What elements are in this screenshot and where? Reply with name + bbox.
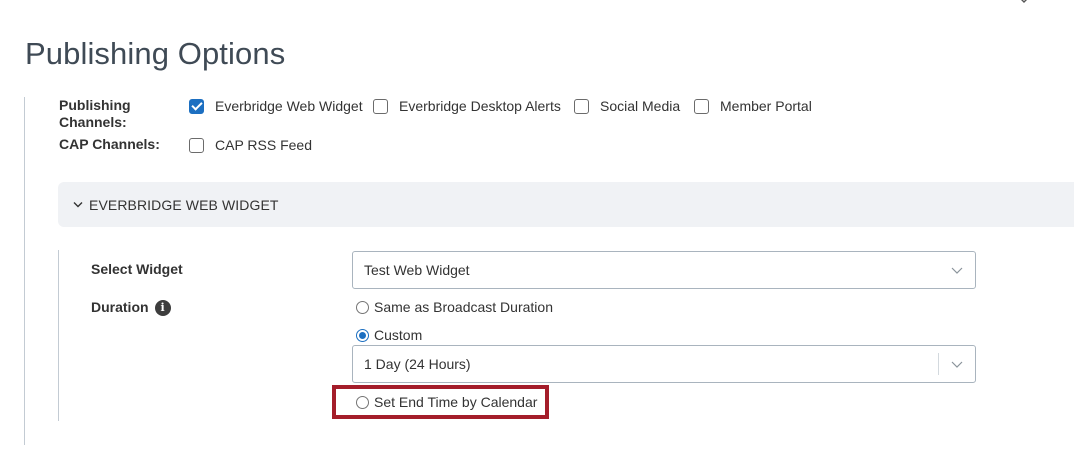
- select-widget-label: Select Widget: [91, 261, 183, 277]
- duration-option-calendar[interactable]: Set End Time by Calendar: [356, 393, 537, 411]
- channel-member-portal[interactable]: Member Portal: [694, 96, 812, 116]
- same-as-broadcast-radio[interactable]: [356, 300, 369, 314]
- top-caret-icon: [1018, 0, 1030, 4]
- channel-social-media[interactable]: Social Media: [574, 96, 680, 116]
- duration-label: Duration: [91, 299, 149, 315]
- radio-label: Custom: [374, 327, 423, 343]
- channel-label: CAP RSS Feed: [215, 137, 313, 153]
- member-portal-checkbox[interactable]: [694, 98, 709, 114]
- info-icon[interactable]: i: [154, 299, 171, 316]
- channel-label: Everbridge Desktop Alerts: [399, 98, 561, 114]
- section-divider: [24, 97, 25, 445]
- web-widget-checkbox[interactable]: [189, 98, 204, 114]
- custom-duration-dropdown[interactable]: 1 Day (24 Hours): [352, 345, 976, 383]
- select-widget-dropdown[interactable]: Test Web Widget: [352, 251, 976, 289]
- accordion-title: EVERBRIDGE WEB WIDGET: [89, 196, 279, 213]
- channel-label: Everbridge Web Widget: [215, 98, 363, 114]
- desktop-alerts-checkbox[interactable]: [373, 98, 388, 114]
- social-media-checkbox[interactable]: [574, 98, 589, 114]
- widget-section-divider: [58, 250, 59, 421]
- chevron-down-icon[interactable]: [939, 252, 975, 288]
- duration-option-custom[interactable]: Custom: [356, 326, 422, 344]
- chevron-down-icon[interactable]: [939, 346, 975, 382]
- radio-label: Same as Broadcast Duration: [374, 299, 553, 315]
- chevron-down-icon: [72, 199, 84, 211]
- duration-label-group: Duration i: [91, 299, 171, 316]
- channel-web-widget[interactable]: Everbridge Web Widget: [189, 96, 363, 116]
- page-title: Publishing Options: [25, 36, 286, 71]
- cap-rss-checkbox[interactable]: [189, 137, 204, 153]
- publishing-channels-label: Publishing Channels:: [59, 97, 131, 131]
- channel-cap-rss[interactable]: CAP RSS Feed: [189, 135, 312, 155]
- publishing-channels-label-line1: Publishing: [59, 97, 131, 113]
- web-widget-accordion-header[interactable]: EVERBRIDGE WEB WIDGET: [58, 182, 1074, 227]
- channel-desktop-alerts[interactable]: Everbridge Desktop Alerts: [373, 96, 561, 116]
- set-end-time-radio[interactable]: [356, 395, 369, 409]
- cap-channels-label: CAP Channels:: [59, 136, 160, 152]
- publishing-channels-label-line2: Channels:: [59, 114, 127, 130]
- custom-radio[interactable]: [356, 328, 369, 342]
- channel-label: Social Media: [600, 98, 681, 114]
- radio-label: Set End Time by Calendar: [374, 394, 538, 410]
- select-widget-value: Test Web Widget: [364, 262, 470, 278]
- custom-duration-value: 1 Day (24 Hours): [364, 356, 471, 372]
- duration-option-broadcast[interactable]: Same as Broadcast Duration: [356, 298, 553, 316]
- channel-label: Member Portal: [720, 98, 812, 114]
